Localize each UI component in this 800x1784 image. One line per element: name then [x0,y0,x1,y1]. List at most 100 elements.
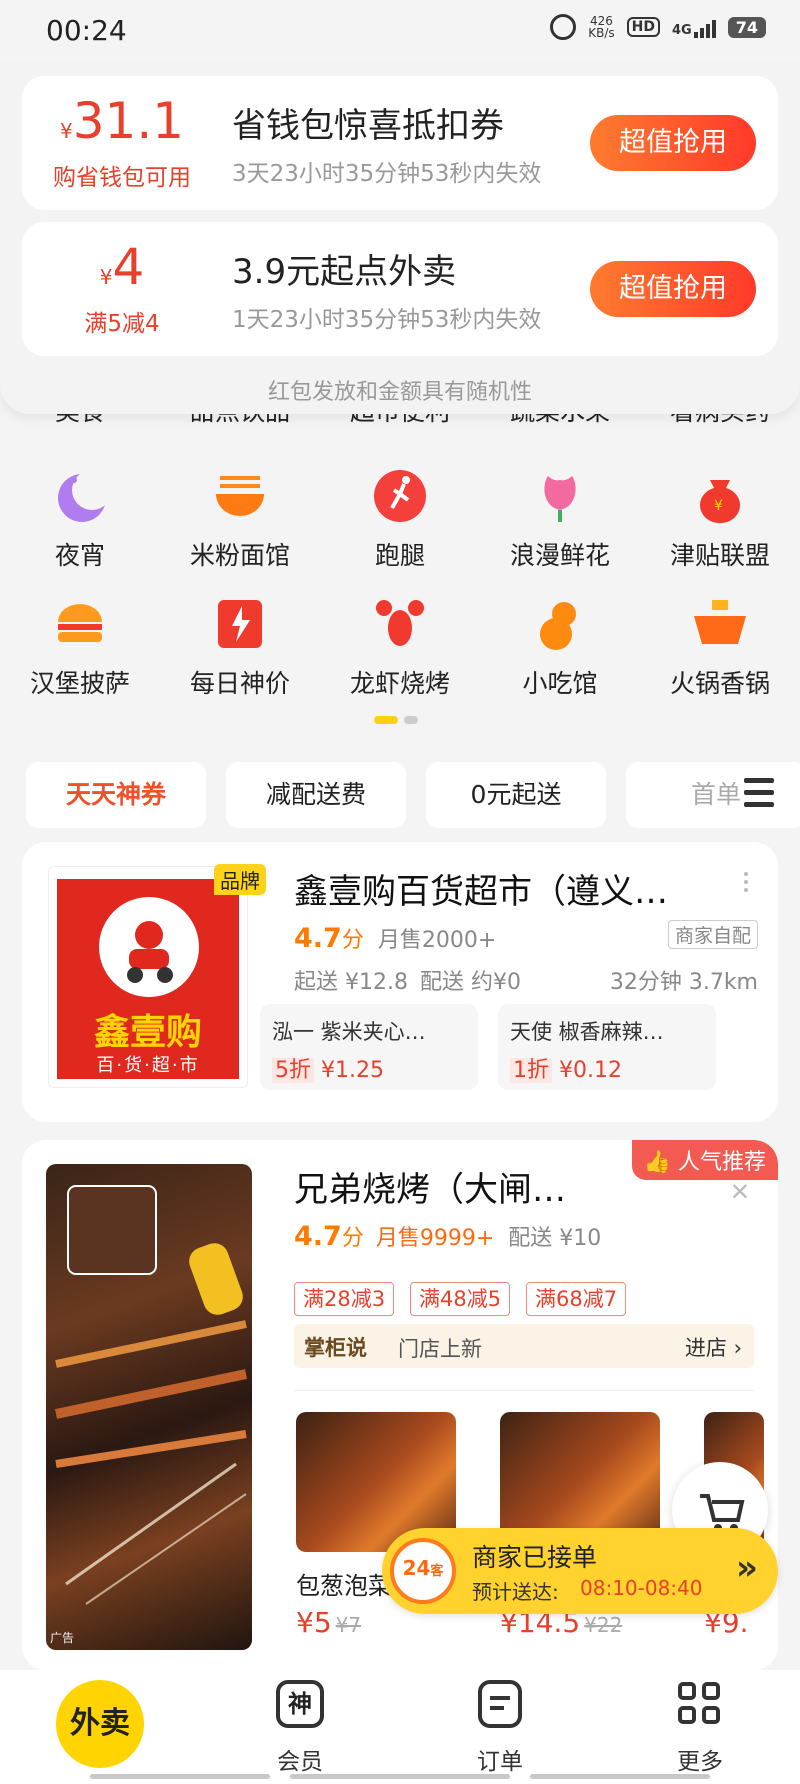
gourd-icon [530,594,590,654]
member-icon: 神 [276,1680,324,1728]
coupon-condition: 购省钱包可用 [53,165,191,191]
grab-coupon-button[interactable]: 超值抢用 [590,115,756,171]
deal-item[interactable]: 泓一 紫米夹心… 5折 ¥1.25 [260,1004,478,1090]
grab-coupon-button[interactable]: 超值抢用 [590,261,756,317]
coupon-countdown: 1天23小时35分钟53秒内失效 [232,307,542,333]
popular-badge: 👍 人气推荐 [631,1140,778,1180]
tab-takeout[interactable]: 外卖 [0,1670,200,1784]
moon-icon [50,466,112,526]
coupon-amount: ¥31.1 [59,92,185,150]
brand-badge: 品牌 [214,864,266,895]
alarm-icon [550,14,577,40]
network-speed: 426 KB/s [588,15,614,39]
category-burger[interactable]: 汉堡披萨 [0,594,160,700]
filter-zero-min[interactable]: 0元起送 [426,762,606,828]
runner-icon [370,466,430,526]
hd-icon: HD [626,17,661,37]
deal-price: 1折 ¥0.12 [510,1052,622,1084]
coupon-panel: ¥31.1 购省钱包可用 省钱包惊喜抵扣券 3天23小时35分钟53秒内失效 超… [0,62,800,414]
order-badge-icon: 24客 [390,1538,456,1604]
logo-subtext: 百·货·超·市 [96,1055,200,1076]
category-lobster-bbq[interactable]: 龙虾烧烤 [320,594,480,700]
coupon-title: 省钱包惊喜抵扣券 [232,106,504,146]
min-order: 起送 ¥12.8 配送 约¥0 [294,970,521,995]
coupon-disclaimer: 红包发放和金额具有随机性 [267,380,532,405]
category-late-night[interactable]: 夜宵 [0,466,160,572]
monthly-sales: 月售2000+ [377,928,497,953]
category-label: 火锅香锅 [669,669,770,698]
bottom-tab-bar: 外卖 神 会员 订单 更多 [0,1670,800,1784]
category-noodles[interactable]: 米粉面馆 [160,466,320,572]
store-photo: 广告 [46,1164,252,1650]
eta-time: 08:10-08:40 [580,1576,703,1600]
filter-menu-icon[interactable] [744,778,774,810]
store-logo: 鑫壹购 百·货·超·市 [48,866,248,1088]
status-bar: 00:24 426 KB/s HD 4G 74 [0,0,800,66]
monthly-sales: 月售9999+ [375,1226,495,1251]
category-label: 汉堡披萨 [29,669,130,698]
dish-price: ¥5 ¥7 [296,1606,362,1639]
category-row: 夜宵 米粉面馆 跑腿 浪漫鲜花 ¥ 津贴联盟 [0,466,800,572]
pager-dot-active [374,716,398,724]
orders-icon [478,1680,522,1728]
mascot-icon [99,897,199,997]
category-flowers[interactable]: 浪漫鲜花 [480,466,640,572]
tab-label: 订单 [477,1749,523,1775]
category-snacks[interactable]: 小吃馆 [480,594,640,700]
home-indicator [290,1774,510,1779]
coupon-countdown: 3天23小时35分钟53秒内失效 [232,161,542,187]
category-label: 每日神价 [189,669,290,698]
close-icon[interactable]: ✕ [730,1178,750,1206]
deal-name: 天使 椒香麻辣… [510,1020,664,1044]
category-hotpot[interactable]: 火锅香锅 [640,594,800,700]
lightning-icon [210,594,270,654]
dish-name: 包葱泡菜 [296,1572,392,1600]
hotpot-icon [690,594,750,654]
pager-dot [404,716,418,724]
delivery-type-tag: 商家自配 [667,920,758,949]
noodle-bowl-icon [210,466,270,526]
delivery-fee: 配送 ¥10 [508,1226,602,1251]
owner-says-bar[interactable]: 掌柜说 门店上新 进店 › [294,1324,754,1368]
tab-orders[interactable]: 订单 [400,1670,600,1784]
category-allowance[interactable]: ¥ 津贴联盟 [640,466,800,572]
burger-icon [50,594,110,654]
promo-tag: 满68减7 [526,1282,627,1316]
store-name: 鑫壹购百货超市（遵义… [294,872,668,912]
category-label: 龙虾烧烤 [349,669,450,698]
tab-label: 会员 [277,1749,323,1775]
filter-reduced-fee[interactable]: 减配送费 [226,762,406,828]
expand-arrow-icon[interactable]: » [736,1548,758,1588]
store-card[interactable]: 鑫壹购 百·货·超·市 品牌 鑫壹购百货超市（遵义… 4.7分 月售2000+ 商… [22,842,778,1122]
signal-icon [693,16,716,38]
enter-store-link[interactable]: 进店 › [685,1332,742,1362]
takeout-button[interactable]: 外卖 [56,1680,144,1768]
deal-item[interactable]: 天使 椒香麻辣… 1折 ¥0.12 [498,1004,716,1090]
coupon-card[interactable]: ¥31.1 购省钱包可用 省钱包惊喜抵扣券 3天23小时35分钟53秒内失效 超… [22,76,778,210]
tab-more[interactable]: 更多 [600,1670,800,1784]
category-label: 小吃馆 [522,669,598,698]
filter-daily-coupon[interactable]: 天天神券 [26,762,206,828]
category-label: 津贴联盟 [669,541,770,570]
store-rating: 4.7分 月售9999+ 配送 ¥10 [294,1221,602,1252]
ad-tag: 广告 [50,1631,75,1645]
order-status-banner[interactable]: 24客 商家已接单 预计送达: 08:10-08:40 » [382,1528,778,1614]
lobster-icon [370,594,430,654]
logo-text: 鑫壹购 [93,1011,202,1053]
home-indicator [90,1774,270,1779]
filter-bar: 天天神券 减配送费 0元起送 首单 [26,762,800,828]
coupon-title: 3.9元起点外卖 [232,252,457,292]
tab-member[interactable]: 神 会员 [200,1670,400,1784]
store-name: 兄弟烧烤（大闸… [294,1170,566,1210]
status-time: 00:24 [46,14,127,47]
svg-text:¥: ¥ [714,498,723,514]
network-type: 4G [672,23,692,38]
coupon-card[interactable]: ¥4 满5减4 3.9元起点外卖 1天23小时35分钟53秒内失效 超值抢用 [22,222,778,356]
category-errand[interactable]: 跑腿 [320,466,480,572]
speed-unit: KB/s [588,26,615,40]
more-options-icon[interactable] [744,872,750,896]
money-bag-icon: ¥ [690,466,750,526]
category-daily-deal[interactable]: 每日神价 [160,594,320,700]
grid-icon [678,1682,722,1726]
coupon-condition: 满5减4 [84,311,160,337]
